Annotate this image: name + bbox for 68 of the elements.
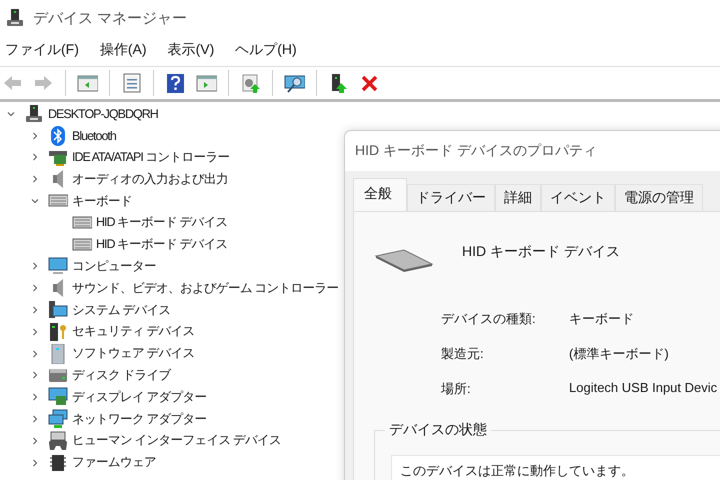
collapsed-chevron-icon[interactable] xyxy=(31,153,39,162)
property-value: (標準キーボード) xyxy=(569,345,670,363)
tree-item[interactable]: HID キーボード デバイス xyxy=(96,235,228,254)
property-value: キーボード xyxy=(569,310,635,328)
computer-icon xyxy=(5,8,25,28)
tree-item[interactable]: ソフトウェア デバイス xyxy=(72,344,194,364)
tab[interactable]: イベント xyxy=(541,184,615,211)
tree-item[interactable]: ヒューマン インターフェイス デバイス xyxy=(72,431,281,450)
menu-item[interactable]: 操作(A) xyxy=(98,39,148,61)
property-label: 場所: xyxy=(441,380,472,398)
tab[interactable]: ドライバー xyxy=(407,184,495,211)
tree-item[interactable]: コンピューター xyxy=(72,256,156,276)
property-label: 製造元: xyxy=(441,345,485,363)
dialog-title: HID キーボード デバイスのプロパティ xyxy=(354,141,598,160)
computer-icon xyxy=(24,104,44,124)
window-title: デバイス マネージャー xyxy=(33,8,188,28)
monitor-icon xyxy=(48,256,68,276)
property-value: Logitech USB Input Devic xyxy=(569,380,718,397)
tree-item[interactable]: オーディオの入力および出力 xyxy=(72,170,228,189)
tab[interactable]: 詳細 xyxy=(495,184,541,211)
panel-icon xyxy=(196,72,217,94)
monitor-card-icon xyxy=(48,387,68,408)
tab[interactable]: 全般 xyxy=(353,178,407,211)
tree-item[interactable]: HID キーボード デバイス xyxy=(96,213,228,232)
collapsed-chevron-icon[interactable] xyxy=(31,458,39,467)
menu-item[interactable]: 表示(V) xyxy=(166,39,216,61)
tree-item[interactable]: ファームウェア xyxy=(72,453,156,472)
collapsed-chevron-icon[interactable] xyxy=(31,284,39,292)
tree-item[interactable]: IDE ATA/ATAPI コントローラー xyxy=(72,148,230,167)
keyboard-icon xyxy=(374,248,434,272)
gamepad-icon xyxy=(48,430,68,451)
expanded-chevron-icon[interactable] xyxy=(7,110,15,118)
bluetooth-icon xyxy=(48,126,68,146)
device-key-icon xyxy=(48,322,68,342)
computer-monitor-icon xyxy=(48,300,68,320)
expanded-chevron-icon[interactable] xyxy=(31,197,39,206)
collapsed-chevron-icon[interactable] xyxy=(31,175,39,184)
tree-item[interactable]: システム デバイス xyxy=(72,300,170,320)
collapsed-chevron-icon[interactable] xyxy=(31,262,39,270)
collapsed-chevron-icon[interactable] xyxy=(31,436,39,445)
menu-item[interactable]: ヘルプ(H) xyxy=(234,39,298,61)
status-text-box: このデバイスは正常に動作しています。 xyxy=(391,455,720,480)
collapsed-chevron-icon[interactable] xyxy=(31,328,39,336)
collapsed-chevron-icon[interactable] xyxy=(31,415,39,424)
chip-icon xyxy=(48,452,68,473)
collapsed-chevron-icon[interactable] xyxy=(31,371,39,380)
property-label: デバイスの種類: xyxy=(441,310,537,328)
panel-icon xyxy=(77,72,98,94)
tree-item[interactable]: Bluetooth xyxy=(72,128,116,144)
menu-item[interactable]: ファイル(F) xyxy=(4,39,80,61)
collapsed-chevron-icon[interactable] xyxy=(31,350,39,358)
tree-item[interactable]: サウンド、ビデオ、およびゲーム コントローラー xyxy=(72,278,338,298)
tree-item[interactable]: DESKTOP-JQBDQRH xyxy=(48,106,158,122)
help-icon xyxy=(165,72,186,94)
collapsed-chevron-icon[interactable] xyxy=(31,393,39,402)
collapsed-chevron-icon[interactable] xyxy=(31,132,39,140)
tree-item[interactable]: セキュリティ デバイス xyxy=(72,322,194,342)
tree-item[interactable]: ディスプレイ アダプター xyxy=(72,388,206,407)
tab[interactable]: 電源の管理 xyxy=(615,184,703,211)
monitor-search-icon xyxy=(284,72,305,94)
group-title: デバイスの状態 xyxy=(385,421,491,439)
tree-item[interactable]: キーボード xyxy=(72,192,132,211)
device-name: HID キーボード デバイス xyxy=(462,243,620,261)
document-icon xyxy=(121,72,142,94)
network-icon xyxy=(48,409,68,430)
tree-item[interactable]: ディスク ドライブ xyxy=(72,366,170,385)
tree-item[interactable]: ネットワーク アダプター xyxy=(72,410,206,429)
collapsed-chevron-icon[interactable] xyxy=(31,306,39,314)
